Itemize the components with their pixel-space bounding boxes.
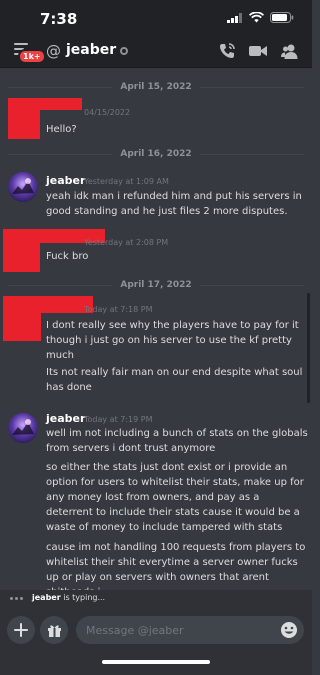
phone-call-icon bbox=[220, 43, 235, 58]
message-composer bbox=[0, 608, 312, 675]
date-divider: April 16, 2022 bbox=[8, 147, 304, 161]
message-input[interactable] bbox=[86, 616, 266, 644]
scrollbar[interactable] bbox=[307, 293, 310, 403]
battery-icon bbox=[270, 12, 294, 23]
redacted-avatar bbox=[3, 229, 40, 272]
emoji-icon[interactable] bbox=[280, 621, 298, 639]
date-divider: April 15, 2022 bbox=[8, 80, 304, 94]
status-icons bbox=[227, 12, 294, 23]
avatar[interactable] bbox=[8, 172, 38, 202]
message-text: so either the stats just dont exist or i… bbox=[46, 462, 304, 533]
signal-icon bbox=[227, 12, 242, 23]
user-avatar-icon bbox=[8, 413, 38, 443]
home-indicator bbox=[102, 660, 210, 664]
gift-icon bbox=[47, 624, 61, 637]
message-timestamp: 04/15/2022 bbox=[84, 108, 131, 117]
status-time: 7:38 bbox=[40, 10, 78, 28]
message-list[interactable]: April 15, 2022 04/15/2022 Hello? April 1… bbox=[0, 68, 312, 590]
typing-dots-icon bbox=[10, 597, 23, 600]
gift-button[interactable] bbox=[40, 616, 68, 644]
message-text: Fuck bro bbox=[46, 251, 89, 262]
wifi-icon bbox=[249, 12, 264, 23]
message-text: Hello? bbox=[46, 124, 77, 135]
dm-header: 1k+ @ jeaber bbox=[0, 34, 312, 68]
message-timestamp: Today at 7:18 PM bbox=[84, 305, 153, 314]
video-call-button[interactable] bbox=[248, 41, 268, 61]
voice-call-button[interactable] bbox=[217, 41, 237, 61]
dm-username[interactable]: jeaber bbox=[66, 42, 116, 58]
message-author[interactable]: jeaber bbox=[46, 174, 85, 187]
message-timestamp: Yesterday at 1:09 AM bbox=[84, 177, 169, 186]
member-list-button[interactable] bbox=[280, 41, 300, 61]
message-text: cause im not handling 100 requests from … bbox=[46, 542, 306, 590]
message-text: Its not really fair man on our end despi… bbox=[46, 367, 303, 393]
date-divider: April 17, 2022 bbox=[8, 278, 304, 292]
people-icon bbox=[281, 44, 298, 59]
redacted-avatar bbox=[8, 98, 40, 139]
video-camera-icon bbox=[249, 46, 267, 56]
at-icon: @ bbox=[46, 42, 61, 60]
notification-badge: 1k+ bbox=[18, 49, 46, 64]
message-text: I dont really see why the players have t… bbox=[46, 320, 299, 361]
message-input-container bbox=[76, 616, 304, 644]
message-text: yeah idk man i refunded him and put his … bbox=[46, 191, 302, 217]
message-author[interactable]: jeaber bbox=[46, 412, 85, 425]
message-timestamp: Today at 7:19 PM bbox=[84, 415, 153, 424]
typing-indicator: jeaber is typing... bbox=[0, 590, 312, 608]
avatar[interactable] bbox=[8, 413, 38, 443]
plus-icon bbox=[14, 623, 28, 637]
add-attachment-button[interactable] bbox=[7, 616, 35, 644]
offline-status-icon bbox=[120, 47, 128, 55]
status-bar: 7:38 bbox=[0, 0, 312, 34]
typing-user: jeaber bbox=[32, 593, 61, 602]
user-avatar-icon bbox=[8, 172, 38, 202]
typing-label: is typing... bbox=[63, 593, 106, 602]
redacted-avatar bbox=[3, 296, 41, 341]
message-timestamp: Yesterday at 2:08 PM bbox=[84, 238, 169, 247]
message-text: well im not including a bunch of stats o… bbox=[46, 428, 308, 454]
